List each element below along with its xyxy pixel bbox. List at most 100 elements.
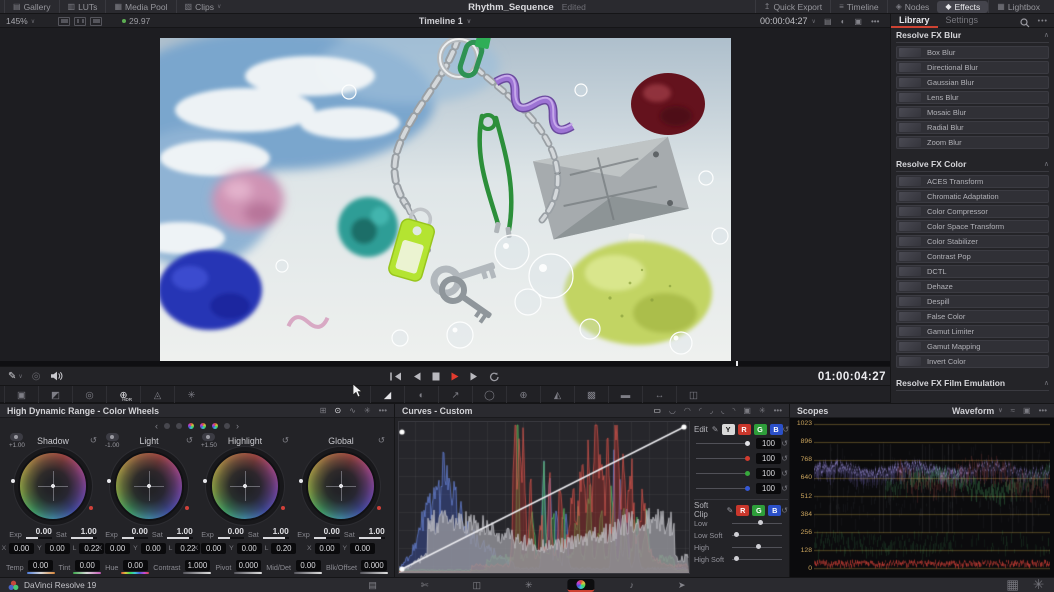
effect-item[interactable]: Color Stabilizer bbox=[896, 235, 1049, 248]
sizing-icon[interactable]: ↔ bbox=[642, 386, 676, 404]
curves-header-icon[interactable]: ••• bbox=[774, 406, 782, 415]
wheel-handle[interactable] bbox=[89, 506, 93, 510]
color-match-icon[interactable]: ◩ bbox=[38, 386, 72, 404]
effect-item[interactable]: Invert Color bbox=[896, 355, 1049, 368]
wheels-view-icon[interactable]: ⊙ bbox=[334, 406, 341, 415]
adjustment-value[interactable]: 1.000 bbox=[185, 560, 211, 571]
wheel-handle[interactable] bbox=[203, 479, 207, 483]
effect-item[interactable]: Gamut Limiter bbox=[896, 325, 1049, 338]
sat-value[interactable]: 1.00 bbox=[369, 526, 385, 536]
page-next-icon[interactable]: › bbox=[236, 421, 239, 431]
channel-button[interactable]: R bbox=[738, 424, 751, 435]
sat-value[interactable]: 1.00 bbox=[177, 526, 193, 536]
effect-item[interactable]: Zoom Blur bbox=[896, 136, 1049, 149]
intensity-slider[interactable] bbox=[696, 488, 748, 489]
intensity-value[interactable]: 100 bbox=[756, 438, 781, 449]
page-button-edit[interactable]: ◫ bbox=[463, 579, 490, 592]
page-button-cut[interactable]: ✄ bbox=[412, 579, 438, 592]
wheel-page-dot[interactable] bbox=[164, 423, 170, 429]
reset-icon[interactable]: ↺ bbox=[186, 435, 193, 446]
timeline-selector[interactable]: Timeline 1 ∨ bbox=[419, 14, 471, 28]
color-wheel[interactable] bbox=[114, 451, 184, 521]
curves-header-icon[interactable]: ▭ bbox=[653, 406, 661, 415]
hdr-grade-icon[interactable]: ⊕ HDR bbox=[106, 386, 140, 404]
adjustment-value[interactable]: 0.000 bbox=[236, 560, 262, 571]
color-wheels-icon[interactable]: ◎ bbox=[72, 386, 106, 404]
y-value[interactable]: 0.00 bbox=[350, 543, 375, 554]
enhanced-viewer-icon[interactable]: ▣ bbox=[854, 17, 862, 26]
curves-header-icon[interactable]: ◟ bbox=[721, 406, 724, 415]
curves-header-icon[interactable]: ◝ bbox=[732, 406, 735, 415]
lightbox-button[interactable]: ▦ Lightbox bbox=[988, 0, 1048, 13]
adjustment-value[interactable]: 0.00 bbox=[28, 560, 53, 571]
mute-icon[interactable] bbox=[50, 369, 63, 384]
adjustment-value[interactable]: 0.00 bbox=[75, 560, 100, 571]
curves-header-icon[interactable]: ◠ bbox=[684, 406, 691, 415]
rgb-mixer-icon[interactable]: ◬ bbox=[140, 386, 174, 404]
effect-item[interactable]: Mosaic Blur bbox=[896, 106, 1049, 119]
gallery-button[interactable]: ▤ Gallery bbox=[4, 0, 59, 13]
luts-button[interactable]: ▥ LUTs bbox=[59, 0, 106, 13]
wipe-mode-icon[interactable]: ◐ bbox=[841, 17, 846, 26]
sat-value[interactable]: 1.00 bbox=[81, 526, 97, 536]
effect-item[interactable]: ACES Transform bbox=[896, 175, 1049, 188]
key-icon[interactable]: ▬ bbox=[608, 386, 642, 404]
add-wheel-icon[interactable]: ⊞ bbox=[320, 406, 327, 415]
intensity-slider[interactable] bbox=[696, 443, 748, 444]
image-wipe-icon[interactable] bbox=[90, 17, 102, 26]
intensity-slider[interactable] bbox=[696, 473, 748, 474]
page-prev-icon[interactable]: ‹ bbox=[155, 421, 158, 431]
adjustment-value[interactable]: 0.00 bbox=[296, 560, 321, 571]
effect-item[interactable]: Despill bbox=[896, 295, 1049, 308]
curves-header-icon[interactable]: ✳ bbox=[759, 406, 766, 415]
soft-clip-slider[interactable] bbox=[732, 547, 782, 548]
effects-section-header[interactable]: Resolve FX Color ∧ bbox=[896, 157, 1049, 172]
page-button-media[interactable]: ▤ bbox=[359, 579, 386, 592]
channel-button[interactable]: Y bbox=[722, 424, 735, 435]
adjustment-value[interactable]: 0.00 bbox=[123, 560, 148, 571]
adjustment-slider[interactable] bbox=[183, 572, 211, 574]
bypass-grades-icon[interactable]: ◎ bbox=[32, 371, 41, 382]
single-clip-icon[interactable] bbox=[58, 17, 70, 26]
color-wheel[interactable] bbox=[18, 451, 88, 521]
color-warper-icon[interactable]: ◐ bbox=[404, 386, 438, 404]
power-window-icon[interactable]: ◯ bbox=[472, 386, 506, 404]
wheel-page-dot[interactable] bbox=[224, 423, 230, 429]
soft-clip-channel-button[interactable]: R bbox=[736, 505, 749, 516]
effect-item[interactable]: Box Blur bbox=[896, 46, 1049, 59]
adjustment-slider[interactable] bbox=[73, 572, 101, 574]
intensity-value[interactable]: 100 bbox=[756, 468, 781, 479]
settings-icon[interactable]: ✳ bbox=[364, 406, 371, 415]
effects-panel-tab[interactable]: Library bbox=[891, 14, 938, 28]
effects-section-header[interactable]: Resolve FX Film Emulation ∧ bbox=[896, 376, 1049, 391]
channel-button[interactable]: B bbox=[770, 424, 783, 435]
options-icon[interactable]: ••• bbox=[1039, 406, 1047, 415]
grab-still-icon[interactable]: ▤ bbox=[824, 17, 832, 26]
effect-item[interactable]: Gamut Mapping bbox=[896, 340, 1049, 353]
timeline-button[interactable]: ≡ Timeline bbox=[830, 0, 886, 13]
reset-icon[interactable]: ↺ bbox=[282, 435, 289, 446]
effects-section-header[interactable]: Resolve FX Blur ∧ bbox=[896, 28, 1049, 43]
reset-icon[interactable]: ↺ bbox=[378, 435, 385, 446]
clips-button[interactable]: ▧ Clips ∨ bbox=[176, 0, 230, 13]
stop-button[interactable] bbox=[432, 372, 440, 381]
first-frame-button[interactable] bbox=[390, 372, 402, 381]
curves-header-icon[interactable]: ◡ bbox=[669, 406, 676, 415]
stereo-3d-icon[interactable]: ◫ bbox=[676, 386, 710, 404]
y-value[interactable]: 0.00 bbox=[141, 543, 166, 554]
effect-item[interactable]: Contrast Pop bbox=[896, 250, 1049, 263]
reset-icon[interactable]: ↺ bbox=[90, 435, 97, 446]
effect-item[interactable]: Chromatic Adaptation bbox=[896, 190, 1049, 203]
adjustment-slider[interactable] bbox=[27, 572, 55, 574]
scope-mode-select[interactable]: Waveform ∨ bbox=[952, 406, 1003, 416]
reset-icon[interactable]: ↺ bbox=[781, 484, 788, 493]
reset-icon[interactable]: ↺ bbox=[781, 454, 788, 463]
page-button-fairlight[interactable]: ♪ bbox=[621, 579, 644, 592]
wheel-handle[interactable] bbox=[377, 506, 381, 510]
color-wheel[interactable] bbox=[210, 451, 280, 521]
soft-clip-slider[interactable] bbox=[732, 559, 782, 560]
curves-header-icon[interactable]: ◞ bbox=[710, 406, 713, 415]
wheel-page-dot[interactable] bbox=[212, 423, 218, 429]
effect-item[interactable]: Directional Blur bbox=[896, 61, 1049, 74]
wheel-page-dot[interactable] bbox=[176, 423, 182, 429]
